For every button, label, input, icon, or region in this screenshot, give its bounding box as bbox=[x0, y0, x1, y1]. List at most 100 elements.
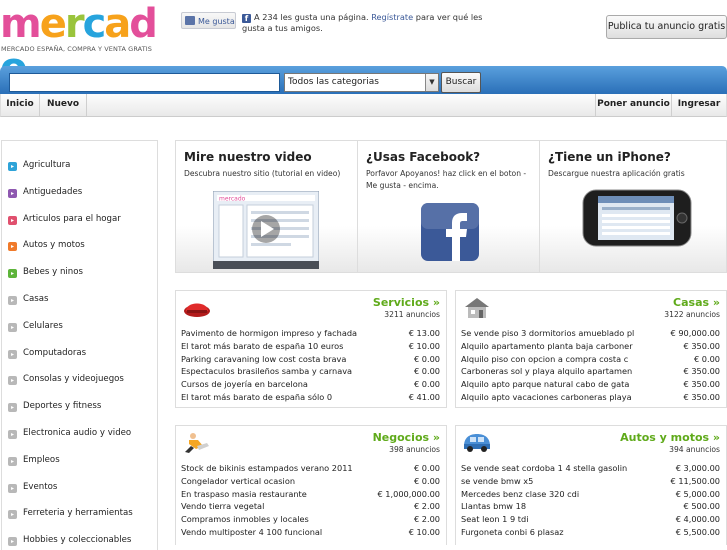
sidebar-item-empleos[interactable]: ▸ Empleos bbox=[8, 453, 60, 467]
listing-title[interactable]: Vendo tierra vegetal bbox=[181, 500, 361, 512]
listing-title[interactable]: Furgoneta conbi 6 plasaz bbox=[461, 526, 641, 538]
listing-title[interactable]: El tarot más barato de españa 10 euros bbox=[181, 340, 361, 352]
category-arrow-icon: ▸ bbox=[8, 483, 17, 493]
listing-title[interactable]: Seat leon 1 9 tdi bbox=[461, 513, 641, 525]
sidebar-item-agricultura[interactable]: ▸ Agricultura bbox=[8, 158, 70, 172]
listing-row[interactable]: Mercedes benz clase 320 cdi € 5,000.00 bbox=[461, 488, 720, 500]
listing-title[interactable]: Llantas bmw 18 bbox=[461, 500, 641, 512]
listing-row[interactable]: Se vende seat cordoba 1 4 stella gasolin… bbox=[461, 462, 720, 474]
register-link[interactable]: Regístrate bbox=[371, 12, 413, 22]
listing-row[interactable]: El tarot más barato de españa 10 euros € … bbox=[181, 340, 440, 352]
listing-row[interactable]: Furgoneta conbi 6 plasaz € 5,500.00 bbox=[461, 526, 720, 538]
sidebar-item-bebes-y-ninos[interactable]: ▸ Bebes y ninos bbox=[8, 265, 83, 279]
listing-title[interactable]: Alquilo apto parque natural cabo de gata bbox=[461, 378, 641, 390]
listing-title[interactable]: Alquilo apto vacaciones carboneras playa bbox=[461, 391, 641, 403]
sidebar-item-label: Hobbies y coleccionables bbox=[23, 535, 132, 546]
listing-box-autos: Autos y motos » 394 anuncios Se vende se… bbox=[455, 425, 727, 545]
listing-row[interactable]: Carboneras sol y playa alquilo apartamen… bbox=[461, 365, 720, 377]
nav-ingresar[interactable]: Ingresar bbox=[672, 94, 726, 116]
listing-row[interactable]: Compramos inmobles y locales € 2.00 bbox=[181, 513, 440, 525]
sidebar-item-ferreteria-y-herramientas[interactable]: ▸ Ferreteria y herramientas bbox=[8, 506, 133, 520]
listing-title[interactable]: Alquilo piso con opcion a compra costa c bbox=[461, 353, 641, 365]
sidebar-item-antiguedades[interactable]: ▸ Antiguedades bbox=[8, 185, 82, 199]
listing-row[interactable]: Alquilo apto vacaciones carboneras playa… bbox=[461, 391, 720, 403]
listing-row[interactable]: Alquilo apto parque natural cabo de gata… bbox=[461, 378, 720, 390]
sidebar-item-label: Ferreteria y herramientas bbox=[23, 508, 133, 519]
listing-row[interactable]: El tarot más barato de españa sólo 0 € 41… bbox=[181, 391, 440, 403]
nav-nuevo[interactable]: Nuevo bbox=[40, 94, 86, 116]
listing-row[interactable]: Espectaculos brasileños samba y carnava €… bbox=[181, 365, 440, 377]
listing-title[interactable]: se vende bmw x5 bbox=[461, 475, 641, 487]
listing-row[interactable]: Seat leon 1 9 tdi € 4,000.00 bbox=[461, 513, 720, 525]
box-title[interactable]: Autos y motos » bbox=[620, 431, 720, 444]
listing-row[interactable]: Vendo multiposter 4 100 funcional € 10.00 bbox=[181, 526, 440, 538]
listing-title[interactable]: Vendo multiposter 4 100 funcional bbox=[181, 526, 361, 538]
facebook-like-button[interactable]: Me gusta bbox=[181, 12, 236, 29]
house-icon bbox=[465, 298, 489, 318]
search-button[interactable]: Buscar bbox=[441, 72, 481, 93]
iphone-app-icon bbox=[582, 189, 692, 247]
box-title[interactable]: Negocios » bbox=[373, 431, 440, 444]
listing-title[interactable]: Carboneras sol y playa alquilo apartamen bbox=[461, 365, 641, 377]
nav-inicio[interactable]: Inicio bbox=[1, 94, 39, 116]
sidebar-item-label: Consolas y videojuegos bbox=[23, 374, 124, 385]
listing-price: € 90,000.00 bbox=[670, 328, 720, 338]
listing-title[interactable]: Mercedes benz clase 320 cdi bbox=[461, 488, 641, 500]
listing-price: € 41.00 bbox=[408, 392, 440, 402]
sidebar-item-autos-y-motos[interactable]: ▸ Autos y motos bbox=[8, 238, 85, 252]
promo-facebook[interactable]: ¿Usas Facebook? Porfavor Apoyanos! haz c… bbox=[358, 141, 539, 272]
listing-row[interactable]: Se vende piso 3 dormitorios amueblado pl… bbox=[461, 327, 720, 339]
box-title[interactable]: Casas » bbox=[673, 296, 720, 309]
listing-title[interactable]: Compramos inmobles y locales bbox=[181, 513, 361, 525]
sidebar-item-casas[interactable]: ▸ Casas bbox=[8, 292, 49, 306]
listing-row[interactable]: Pavimento de hormigon impreso y fachada €… bbox=[181, 327, 440, 339]
category-arrow-icon: ▸ bbox=[8, 296, 17, 305]
listing-title[interactable]: En traspaso masia restaurante bbox=[181, 488, 361, 500]
facebook-logo-icon bbox=[421, 203, 479, 261]
promo-video[interactable]: Mire nuestro video Descubra nuestro siti… bbox=[176, 141, 357, 272]
sidebar-item-computadoras[interactable]: ▸ Computadoras bbox=[8, 346, 86, 360]
sidebar-item-electronica-audio-y-video[interactable]: ▸ Electronica audio y video bbox=[8, 426, 131, 440]
listing-title[interactable]: Pavimento de hormigon impreso y fachada bbox=[181, 327, 361, 339]
listing-title[interactable]: Cursos de joyería en barcelona bbox=[181, 378, 361, 390]
listing-row[interactable]: Alquilo apartamento planta baja carboner… bbox=[461, 340, 720, 352]
listing-title[interactable]: El tarot más barato de españa sólo 0 bbox=[181, 391, 361, 403]
sidebar-item-celulares[interactable]: ▸ Celulares bbox=[8, 319, 63, 333]
promo-video-title: Mire nuestro video bbox=[184, 150, 312, 164]
category-arrow-icon: ▸ bbox=[8, 349, 17, 359]
sidebar-item-deportes-y-fitness[interactable]: ▸ Deportes y fitness bbox=[8, 399, 101, 413]
category-arrow-icon: ▸ bbox=[8, 430, 17, 439]
listing-title[interactable]: Alquilo apartamento planta baja carboner bbox=[461, 340, 641, 352]
category-arrow-icon: ▸ bbox=[8, 242, 17, 252]
listing-row[interactable]: En traspaso masia restaurante € 1,000,000… bbox=[181, 488, 440, 500]
listing-title[interactable]: Stock de bikinis estampados verano 2011 bbox=[181, 462, 361, 474]
sidebar-item-eventos[interactable]: ▸ Eventos bbox=[8, 480, 57, 494]
listing-row[interactable]: Llantas bmw 18 € 500.00 bbox=[461, 500, 720, 512]
sidebar-item-consolas-y-videojuegos[interactable]: ▸ Consolas y videojuegos bbox=[8, 372, 124, 386]
listing-row[interactable]: Stock de bikinis estampados verano 2011 €… bbox=[181, 462, 440, 474]
listing-row[interactable]: Vendo tierra vegetal € 2.00 bbox=[181, 500, 440, 512]
sidebar-item-articulos-para-el-hogar[interactable]: ▸ Articulos para el hogar bbox=[8, 212, 121, 226]
sidebar-item-label: Electronica audio y video bbox=[23, 428, 132, 438]
site-logo[interactable]: mercado MERCADO ESPAÑA, COMPRA Y VENTA G… bbox=[0, 2, 160, 90]
video-player-thumbnail[interactable]: mercado bbox=[213, 191, 319, 269]
listing-row[interactable]: Congelador vertical ocasion € 0.00 bbox=[181, 475, 440, 487]
listing-row[interactable]: se vende bmw x5 € 11,500.00 bbox=[461, 475, 720, 487]
listing-title[interactable]: Espectaculos brasileños samba y carnava bbox=[181, 365, 361, 377]
sidebar-item-hobbies-y-coleccionables[interactable]: ▸ Hobbies y coleccionables bbox=[8, 533, 131, 547]
publish-ad-button[interactable]: Publica tu anuncio gratis bbox=[606, 15, 727, 39]
box-title[interactable]: Servicios » bbox=[373, 296, 440, 309]
nav-poner-anuncio[interactable]: Poner anuncio bbox=[596, 94, 671, 116]
listing-row[interactable]: Parking caravaning low cost costa brava €… bbox=[181, 353, 440, 365]
promo-iphone[interactable]: ¿Tiene un iPhone? Descargue nuestra apli… bbox=[540, 141, 726, 272]
listing-row[interactable]: Alquilo piso con opcion a compra costa c… bbox=[461, 353, 720, 365]
listing-title[interactable]: Congelador vertical ocasion bbox=[181, 475, 361, 487]
listing-box-casas: Casas » 3122 anuncios Se vende piso 3 do… bbox=[455, 290, 727, 408]
listing-price: € 0.00 bbox=[413, 366, 440, 377]
listing-title[interactable]: Parking caravaning low cost costa brava bbox=[181, 353, 361, 365]
listing-row[interactable]: Cursos de joyería en barcelona € 0.00 bbox=[181, 378, 440, 390]
listing-title[interactable]: Se vende piso 3 dormitorios amueblado pl bbox=[461, 327, 641, 339]
search-input[interactable] bbox=[9, 73, 280, 92]
category-select[interactable]: Todos las categorias ▼ bbox=[284, 73, 439, 92]
listing-title[interactable]: Se vende seat cordoba 1 4 stella gasolin bbox=[461, 462, 641, 474]
